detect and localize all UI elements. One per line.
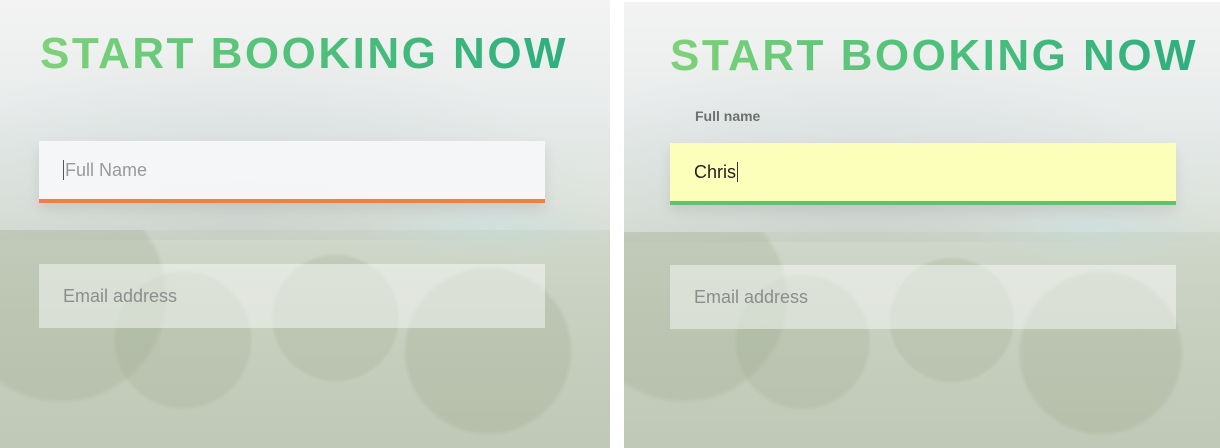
text-caret	[63, 160, 64, 180]
email-input[interactable]: Email address	[39, 264, 545, 328]
page-title: START BOOKING NOW	[40, 29, 569, 78]
full-name-value: Chris	[694, 161, 737, 182]
full-name-floating-label: Full name	[695, 108, 761, 124]
full-name-input[interactable]: Chris	[670, 143, 1176, 205]
text-caret	[737, 162, 739, 182]
booking-form-empty-state: START BOOKING NOW Full Name Email addres…	[0, 0, 610, 448]
panel-divider	[610, 0, 624, 448]
booking-form-comparison: START BOOKING NOW Full Name Email addres…	[0, 0, 1220, 448]
email-placeholder: Email address	[694, 286, 809, 307]
email-placeholder: Email address	[63, 285, 178, 306]
page-title: START BOOKING NOW	[670, 31, 1199, 80]
full-name-input[interactable]: Full Name	[39, 141, 545, 203]
booking-form-filled-state: START BOOKING NOW Full name Chris Email …	[624, 2, 1220, 448]
email-input[interactable]: Email address	[670, 265, 1176, 329]
full-name-placeholder: Full Name	[65, 159, 148, 180]
